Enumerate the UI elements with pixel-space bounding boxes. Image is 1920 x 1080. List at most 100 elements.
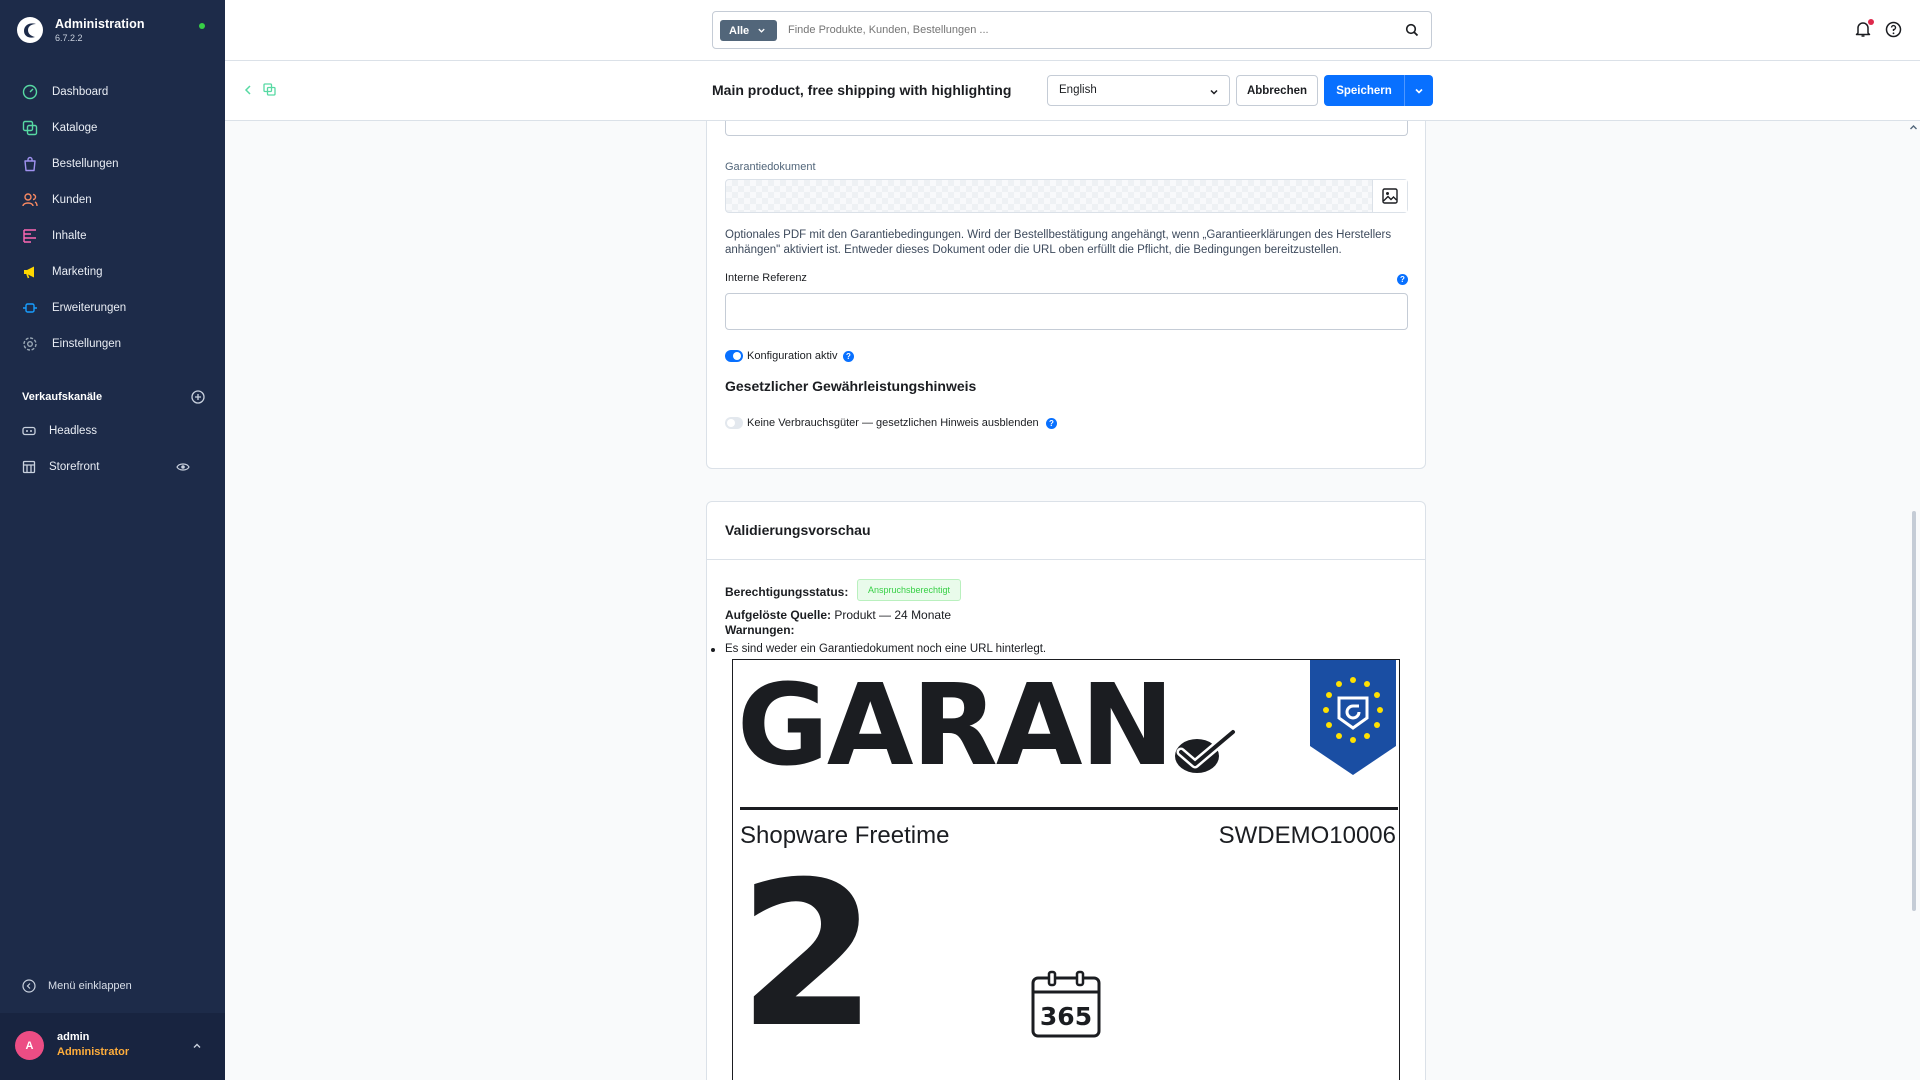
sidebar-item-label: Einstellungen — [52, 338, 122, 350]
sidebar-item-label: Marketing — [52, 266, 103, 278]
main-content: Garantiedokument Optionales PDF mit den … — [225, 121, 1920, 1080]
sidebar-item-label: Erweiterungen — [52, 302, 127, 314]
warnings-row: Warnungen: — [725, 623, 795, 637]
info-icon[interactable]: ? — [843, 351, 854, 362]
customers-icon — [22, 193, 38, 207]
info-icon[interactable]: ? — [1397, 274, 1408, 285]
main-navigation: Dashboard Kataloge Bestellungen Kunden I… — [0, 74, 225, 362]
info-icon[interactable]: ? — [1046, 418, 1057, 429]
collapse-label: Menü einklappen — [48, 980, 132, 992]
image-icon — [1382, 188, 1398, 204]
chevron-down-icon — [1210, 89, 1218, 95]
dashboard-icon — [22, 84, 38, 100]
save-button-group: Speichern — [1324, 75, 1433, 106]
sidebar-item-kunden[interactable]: Kunden — [0, 182, 225, 218]
warnings-label: Warnungen: — [725, 623, 795, 637]
app-version: 6.7.2.2 — [55, 33, 83, 43]
top-bar: Alle — [225, 0, 1920, 61]
online-status-dot — [199, 23, 205, 29]
marketing-icon — [24, 266, 34, 279]
eligibility-row: Berechtigungsstatus: — [725, 585, 848, 599]
preview-headline: GARAN — [737, 661, 1174, 791]
language-value: English — [1059, 84, 1097, 96]
warranty-settings-card: Garantiedokument Optionales PDF mit den … — [706, 121, 1426, 469]
cancel-button[interactable]: Abbrechen — [1236, 75, 1318, 106]
duplicate-icon[interactable] — [263, 83, 276, 96]
sales-channels-title: Verkaufskanäle — [22, 391, 103, 403]
sidebar-item-bestellungen[interactable]: Bestellungen — [0, 146, 225, 182]
legal-notice-heading: Gesetzlicher Gewährleistungshinweis — [725, 378, 977, 394]
sidebar-item-label: Inhalte — [52, 230, 87, 242]
shopware-logo-icon — [17, 17, 43, 43]
save-options-button[interactable] — [1404, 75, 1433, 106]
search-type-label: Alle — [729, 24, 750, 37]
sales-channel-headless[interactable]: Headless — [0, 413, 225, 449]
storefront-icon — [22, 460, 36, 474]
preview-years: 2 — [738, 839, 878, 1072]
sales-channel-storefront[interactable]: Storefront — [0, 449, 225, 485]
eligibility-label: Berechtigungsstatus: — [725, 585, 849, 599]
sidebar: Administration 6.7.2.2 Dashboard Katalog… — [0, 0, 225, 1080]
open-media-button[interactable] — [1372, 180, 1407, 212]
sales-channels-heading: Verkaufskanäle — [22, 390, 205, 404]
back-arrow-icon[interactable] — [242, 84, 254, 96]
add-sales-channel-icon[interactable] — [191, 390, 205, 404]
list-item: Es sind weder ein Garantiedokument noch … — [710, 643, 1047, 655]
resolved-source-value: Produkt — 24 Monate — [834, 608, 952, 622]
internal-reference-label: Interne Referenz — [725, 272, 807, 284]
scroll-up-icon[interactable] — [1907, 121, 1920, 134]
card-divider — [707, 559, 1425, 560]
sidebar-item-label: Kataloge — [52, 122, 98, 134]
language-switch[interactable]: English — [1047, 75, 1230, 106]
eye-icon[interactable] — [176, 460, 190, 474]
content-icon — [23, 229, 36, 243]
sidebar-item-kataloge[interactable]: Kataloge — [0, 110, 225, 146]
page-title: Main product, free shipping with highlig… — [712, 82, 1012, 98]
warranty-document-upload[interactable] — [725, 179, 1408, 213]
search-input[interactable] — [788, 21, 1388, 39]
sales-channel-label: Headless — [49, 425, 97, 437]
sidebar-item-dashboard[interactable]: Dashboard — [0, 74, 225, 110]
save-button[interactable]: Speichern — [1324, 75, 1404, 106]
app-title: Administration — [55, 17, 145, 31]
headless-icon — [22, 426, 36, 436]
warranty-badge-preview: GARAN Shopware Freetime SWDEMO10006 2 36… — [732, 659, 1400, 1080]
help-icon[interactable] — [1885, 21, 1902, 38]
url-field[interactable] — [725, 121, 1408, 136]
page-scrollbar[interactable] — [1907, 121, 1920, 1080]
sales-channel-list: Headless Storefront — [0, 413, 225, 485]
sidebar-item-label: Bestellungen — [52, 158, 119, 170]
sidebar-item-label: Kunden — [52, 194, 92, 206]
global-search: Alle — [712, 11, 1432, 49]
collapse-icon — [22, 979, 36, 993]
settings-icon — [23, 337, 37, 351]
brand[interactable]: Administration 6.7.2.2 — [16, 16, 145, 44]
config-active-toggle[interactable] — [725, 350, 743, 362]
sidebar-item-inhalte[interactable]: Inhalte — [0, 218, 225, 254]
no-consumer-goods-toggle[interactable] — [725, 417, 743, 429]
scroll-thumb[interactable] — [1912, 511, 1916, 911]
user-menu[interactable]: A admin Administrator — [0, 1013, 225, 1080]
sidebar-item-erweiterungen[interactable]: Erweiterungen — [0, 290, 225, 326]
eu-warranty-shield-icon — [1310, 660, 1396, 775]
smart-bar: Main product, free shipping with highlig… — [225, 61, 1920, 121]
search-icon[interactable] — [1405, 23, 1419, 37]
internal-reference-input[interactable] — [725, 293, 1408, 330]
preview-product-number: SWDEMO10006 — [1218, 822, 1396, 849]
user-role: Administrator — [57, 1046, 130, 1058]
sidebar-item-marketing[interactable]: Marketing — [0, 254, 225, 290]
validation-title: Validierungsvorschau — [725, 522, 871, 538]
warnings-list: Es sind weder ein Garantiedokument noch … — [710, 643, 1047, 655]
chevron-down-icon — [758, 28, 765, 33]
status-badge: Anspruchsberechtigt — [857, 579, 962, 601]
resolved-source-label: Aufgelöste Quelle: — [725, 608, 832, 622]
no-consumer-goods-label: Keine Verbrauchsgüter — gesetzlichen Hin… — [747, 417, 1039, 429]
validation-preview-card: Validierungsvorschau Berechtigungsstatus… — [706, 501, 1426, 1080]
orders-icon — [24, 156, 36, 172]
preview-divider — [740, 807, 1398, 810]
sidebar-item-einstellungen[interactable]: Einstellungen — [0, 326, 225, 362]
chevron-up-icon[interactable] — [191, 1040, 203, 1052]
search-type-dropdown[interactable]: Alle — [720, 20, 777, 41]
notification-badge — [1868, 19, 1874, 25]
collapse-menu-button[interactable]: Menü einklappen — [22, 979, 132, 993]
